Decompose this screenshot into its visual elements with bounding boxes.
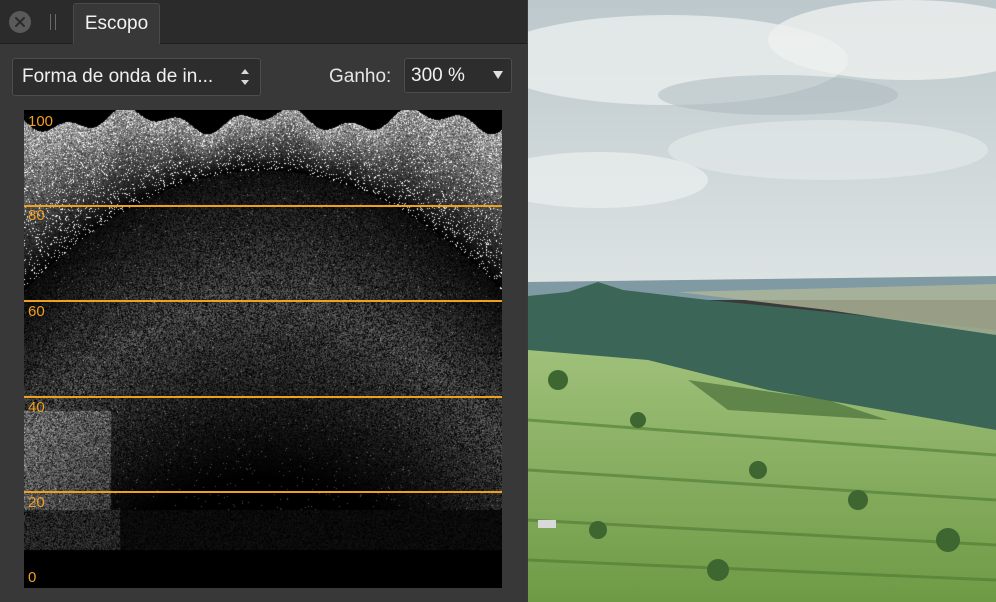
landscape-photo [528,0,996,602]
tick-label-100: 100 [28,113,54,130]
gain-value: 300 % [411,65,465,86]
guide-line-80 [24,205,502,207]
waveform-plot [24,110,502,588]
tick-label-40: 40 [28,399,45,416]
tick-label-20: 20 [28,494,45,511]
guide-line-60 [24,300,502,302]
guide-line-40 [24,396,502,398]
gain-select[interactable]: 300 % [404,58,512,93]
tick-label-60: 60 [28,303,45,320]
tick-label-0: 0 [28,569,37,586]
tab-escopo[interactable]: Escopo [73,3,160,44]
chevron-updown-icon [241,69,249,85]
guide-line-20 [24,491,502,493]
tick-label-80: 80 [28,207,45,224]
scope-panel: Escopo Forma de onda de in... Ganho: 300… [0,0,527,602]
waveform-mode-label: Forma de onda de in... [22,66,214,87]
waveform-scope: 100 80 60 40 20 0 [24,110,502,588]
close-icon[interactable] [9,11,31,33]
chevron-down-icon [493,71,503,79]
waveform-mode-select[interactable]: Forma de onda de in... [12,58,261,96]
gain-label: Ganho: [329,66,392,87]
drag-handle-icon[interactable] [50,14,56,30]
tab-bar: Escopo [0,0,527,44]
